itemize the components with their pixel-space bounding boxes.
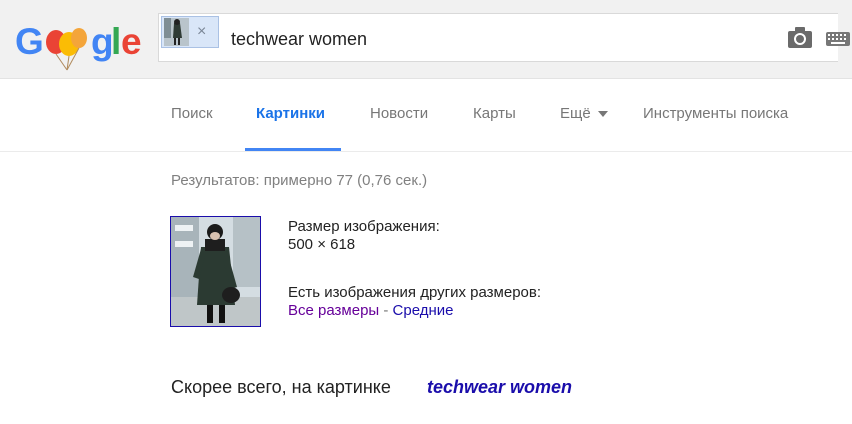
other-sizes-label: Есть изображения других размеров: bbox=[288, 284, 542, 301]
search-query[interactable]: techwear women bbox=[231, 28, 367, 50]
image-size-label: Размер изображения: bbox=[288, 218, 440, 235]
tab-news[interactable]: Новости bbox=[370, 104, 428, 124]
image-size-value: 500 × 618 bbox=[288, 236, 356, 253]
keyboard-icon[interactable] bbox=[826, 32, 850, 46]
size-link-separator: - bbox=[379, 302, 393, 319]
logo-letter-g: G bbox=[15, 21, 44, 62]
all-sizes-link[interactable]: Все размеры bbox=[288, 302, 379, 319]
search-image-chip[interactable]: × bbox=[161, 16, 219, 48]
remove-image-icon[interactable]: × bbox=[197, 23, 206, 41]
best-guess-link[interactable]: techwear women bbox=[427, 376, 572, 398]
tab-images[interactable]: Картинки bbox=[256, 104, 325, 124]
tab-search-tools[interactable]: Инструменты поиска bbox=[643, 104, 788, 124]
tab-more[interactable]: Ещё bbox=[560, 104, 608, 124]
tab-search[interactable]: Поиск bbox=[171, 104, 213, 124]
dropdown-arrow-icon bbox=[597, 111, 608, 118]
size-links: Все размеры - Средние bbox=[288, 302, 453, 320]
tab-more-label: Ещё bbox=[560, 105, 591, 122]
search-image-thumbnail bbox=[164, 18, 189, 46]
camera-icon[interactable] bbox=[787, 26, 813, 50]
top-bar: G g l e × techwear women bbox=[0, 0, 852, 79]
logo-letter-l: l bbox=[111, 21, 122, 62]
tab-maps[interactable]: Карты bbox=[473, 104, 516, 124]
result-stats: Результатов: примерно 77 (0,76 сек.) bbox=[171, 172, 428, 189]
medium-sizes-link[interactable]: Средние bbox=[393, 302, 454, 319]
nav-divider bbox=[0, 151, 852, 152]
best-guess-label: Скорее всего, на картинке bbox=[171, 377, 391, 397]
logo-letter-e: e bbox=[121, 21, 142, 62]
query-image-thumbnail[interactable] bbox=[170, 216, 261, 327]
search-box[interactable]: × techwear women bbox=[158, 13, 850, 62]
